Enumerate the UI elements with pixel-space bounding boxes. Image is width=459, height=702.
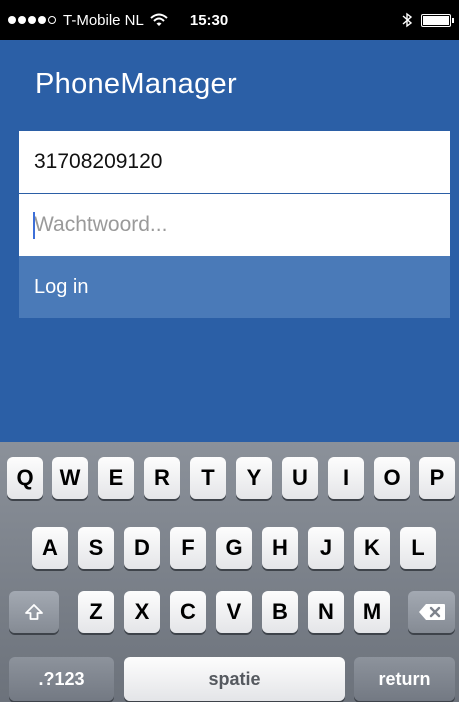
login-screen: PhoneManager Log in xyxy=(0,40,459,442)
key-f[interactable]: F xyxy=(170,527,206,569)
battery-icon xyxy=(421,13,454,27)
key-c[interactable]: C xyxy=(170,591,206,633)
backspace-key[interactable] xyxy=(408,591,455,633)
signal-strength-icon xyxy=(8,16,56,24)
key-w[interactable]: W xyxy=(52,457,88,499)
key-h[interactable]: H xyxy=(262,527,298,569)
key-q[interactable]: Q xyxy=(7,457,43,499)
shift-key[interactable] xyxy=(9,591,59,633)
key-y[interactable]: Y xyxy=(236,457,272,499)
bluetooth-icon xyxy=(402,12,413,28)
wifi-icon xyxy=(150,13,168,26)
key-b[interactable]: B xyxy=(262,591,298,633)
key-x[interactable]: X xyxy=(124,591,160,633)
numbers-key[interactable]: .?123 xyxy=(9,657,114,701)
clock: 15:30 xyxy=(189,11,229,29)
key-u[interactable]: U xyxy=(282,457,318,499)
key-s[interactable]: S xyxy=(78,527,114,569)
key-d[interactable]: D xyxy=(124,527,160,569)
key-m[interactable]: M xyxy=(354,591,390,633)
key-t[interactable]: T xyxy=(190,457,226,499)
phone-number-input[interactable] xyxy=(19,131,450,193)
text-cursor xyxy=(33,212,35,239)
key-v[interactable]: V xyxy=(216,591,252,633)
key-i[interactable]: I xyxy=(328,457,364,499)
key-a[interactable]: A xyxy=(32,527,68,569)
key-r[interactable]: R xyxy=(144,457,180,499)
key-j[interactable]: J xyxy=(308,527,344,569)
login-button[interactable]: Log in xyxy=(19,256,450,318)
app-title: PhoneManager xyxy=(35,68,237,100)
carrier-name: T-Mobile NL xyxy=(63,11,144,29)
key-k[interactable]: K xyxy=(354,527,390,569)
status-bar: T-Mobile NL 15:30 xyxy=(0,0,459,40)
key-e[interactable]: E xyxy=(98,457,134,499)
key-p[interactable]: P xyxy=(419,457,455,499)
key-g[interactable]: G xyxy=(216,527,252,569)
key-z[interactable]: Z xyxy=(78,591,114,633)
return-key[interactable]: return xyxy=(354,657,455,701)
backspace-icon xyxy=(418,604,445,620)
password-input[interactable] xyxy=(19,194,450,256)
key-l[interactable]: L xyxy=(400,527,436,569)
key-n[interactable]: N xyxy=(308,591,344,633)
space-key[interactable]: spatie xyxy=(124,657,345,701)
key-o[interactable]: O xyxy=(374,457,410,499)
on-screen-keyboard: Q W E R T Y U I O P A S D F G H J K L Z … xyxy=(0,442,459,702)
shift-icon xyxy=(25,604,43,620)
